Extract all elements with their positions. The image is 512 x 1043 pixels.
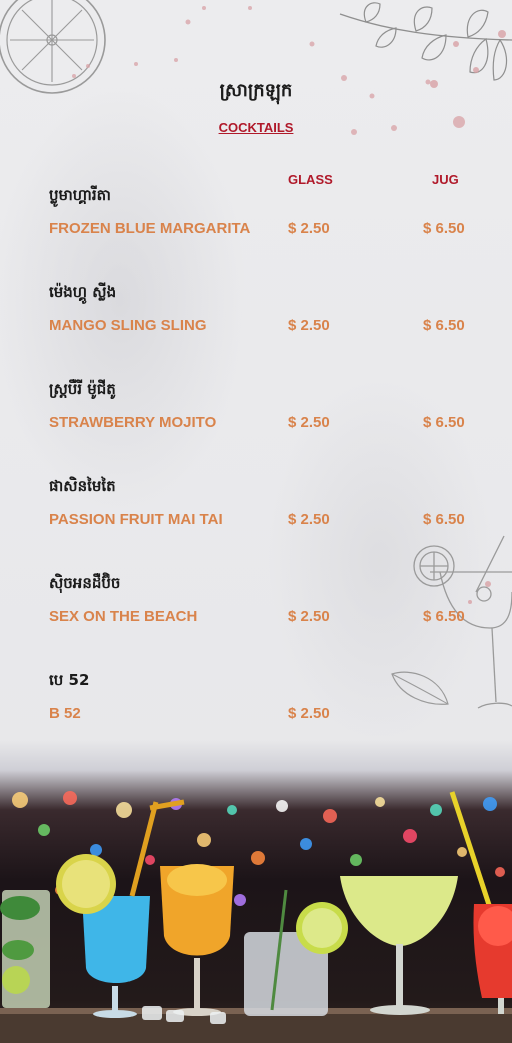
cocktails-photo-illustration — [0, 791, 512, 1043]
menu-title-khmer: ស្រាក្រឡុក — [219, 80, 293, 101]
menu-item: ស៊ិចអនដឺប៊ិច SEX ON THE BEACH $ 2.50 $ 6… — [49, 574, 489, 634]
item-name-english: MANGO SLING SLING — [49, 317, 207, 334]
item-price-glass: $ 2.50 — [288, 414, 330, 431]
item-name-english: PASSION FRUIT MAI TAI — [49, 511, 223, 528]
item-price-jug: $ 6.50 — [423, 414, 465, 431]
menu-item: ប្លូមាហ្គារីតា FROZEN BLUE MARGARITA $ 2… — [49, 186, 489, 246]
item-price-jug: $ 6.50 — [423, 511, 465, 528]
menu-item: បេ 52 B 52 $ 2.50 — [49, 671, 489, 731]
item-price-glass: $ 2.50 — [288, 317, 330, 334]
item-name-english: FROZEN BLUE MARGARITA — [49, 220, 251, 237]
item-name-english: STRAWBERRY MOJITO — [49, 414, 217, 431]
menu-item: ស្ត្របឺរី ម៉ូជីតូ STRAWBERRY MOJITO $ 2.… — [49, 380, 489, 440]
item-name-khmer: ស៊ិចអនដឺប៊ិច — [49, 574, 121, 592]
column-header-jug: JUG — [432, 172, 459, 187]
column-header-glass: GLASS — [288, 172, 333, 187]
item-name-khmer: ម៉េងហ្គូ ស្លីង — [49, 283, 117, 301]
item-price-glass: $ 2.50 — [288, 511, 330, 528]
item-price-jug: $ 6.50 — [423, 317, 465, 334]
item-price-glass: $ 2.50 — [288, 608, 330, 625]
item-name-english: B 52 — [49, 705, 81, 722]
decorative-dots — [72, 6, 465, 135]
menu-item: ផាសិនមៃតៃ PASSION FRUIT MAI TAI $ 2.50 $… — [49, 477, 489, 537]
item-name-english: SEX ON THE BEACH — [49, 608, 198, 625]
item-price-jug: $ 6.50 — [423, 608, 465, 625]
item-price-glass: $ 2.50 — [288, 705, 330, 722]
menu-item: ម៉េងហ្គូ ស្លីង MANGO SLING SLING $ 2.50 … — [49, 283, 489, 343]
item-price-jug: $ 6.50 — [423, 220, 465, 237]
menu-title-cocktails: COCKTAILS — [218, 120, 294, 135]
item-name-khmer: ស្ត្របឺរី ម៉ូជីតូ — [49, 380, 116, 398]
cocktails-photo — [0, 740, 512, 1043]
item-price-glass: $ 2.50 — [288, 220, 330, 237]
item-name-khmer: បេ 52 — [49, 671, 90, 689]
item-name-khmer: ប្លូមាហ្គារីតា — [49, 186, 111, 204]
menu-page: ស្រាក្រឡុក COCKTAILS GLASS JUG ប្លូមាហ្គ… — [0, 0, 512, 1043]
item-name-khmer: ផាសិនមៃតៃ — [49, 477, 116, 495]
